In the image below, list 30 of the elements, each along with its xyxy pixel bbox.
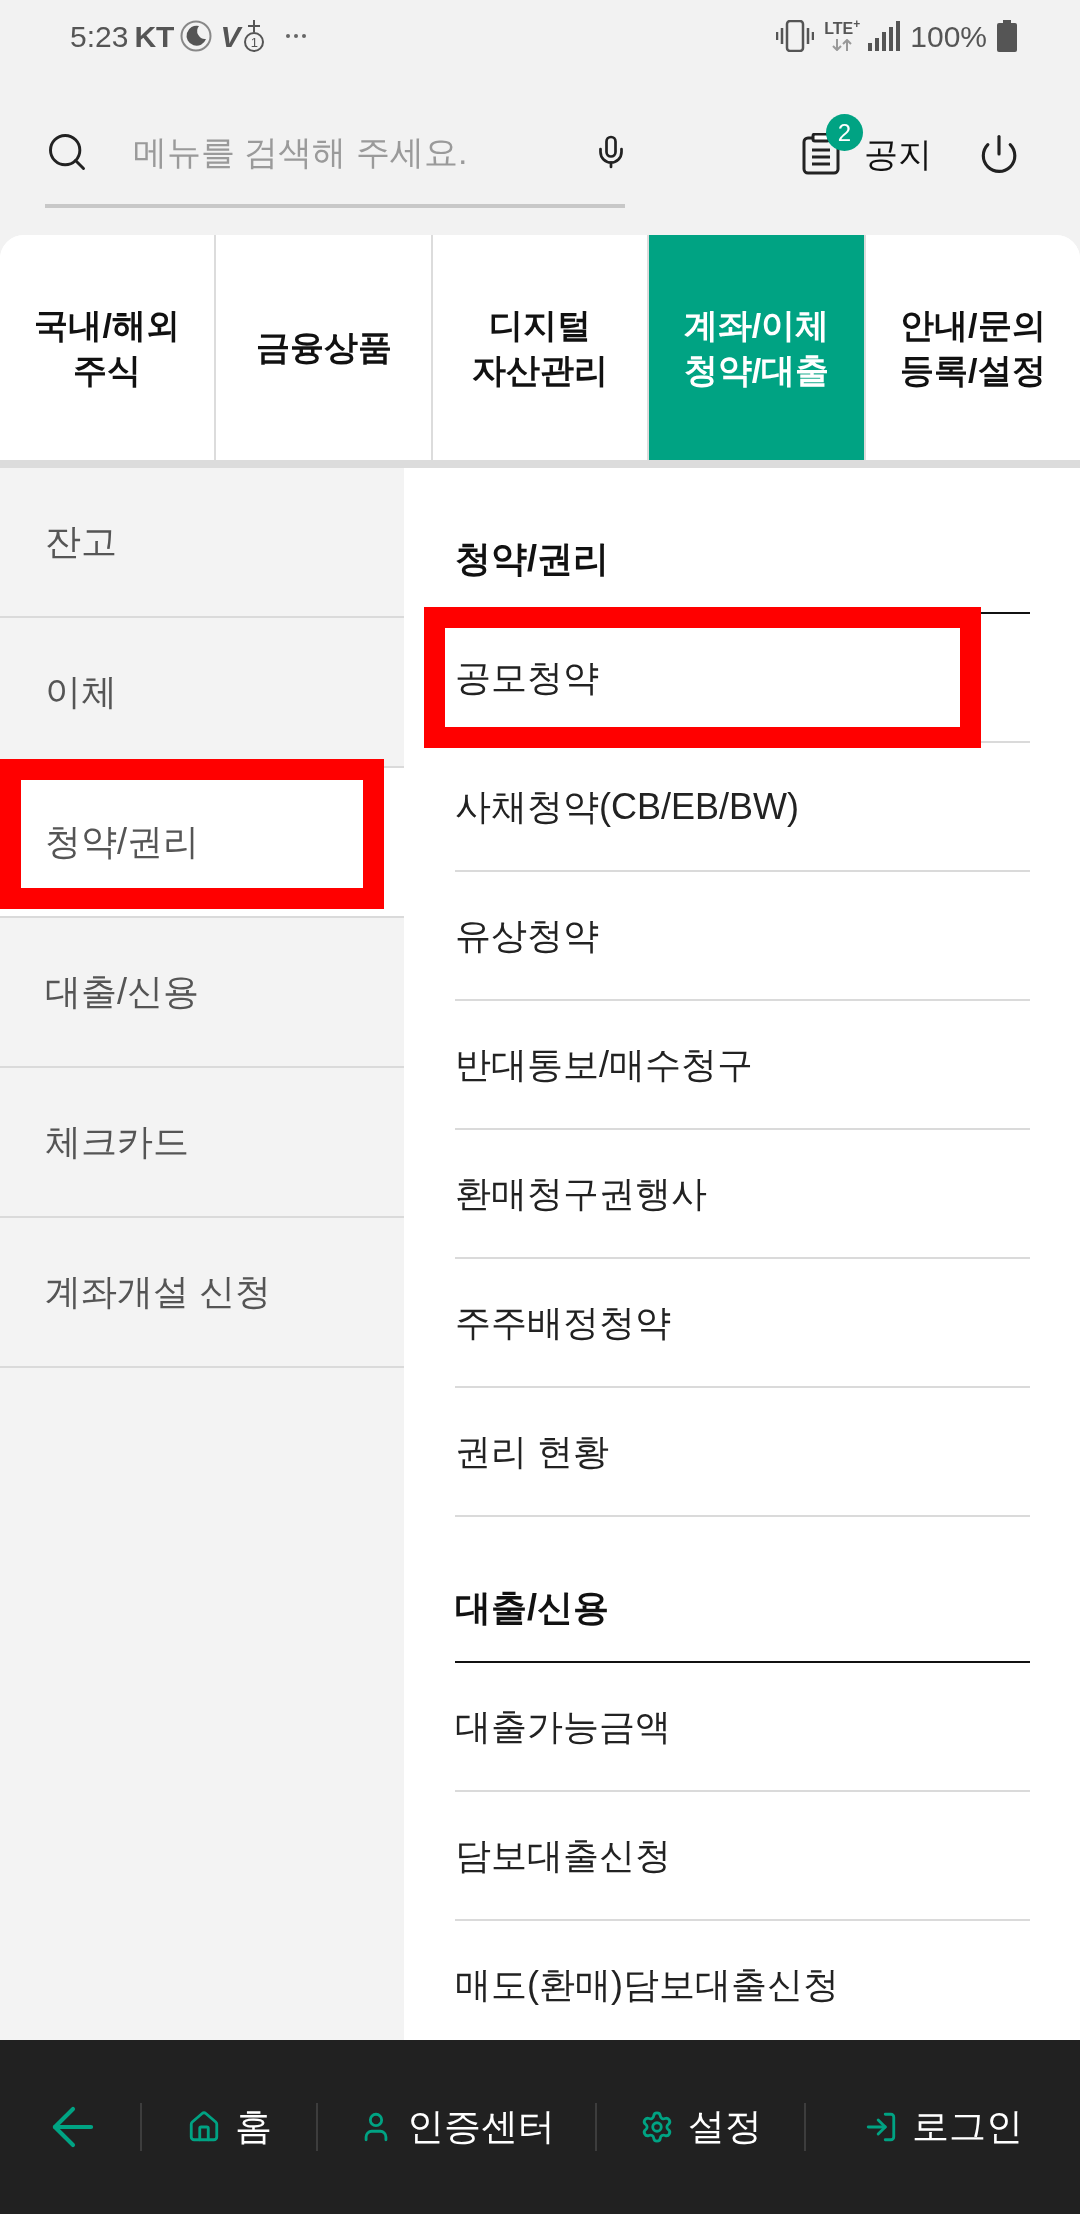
section-heading: 대출/신용 — [455, 1586, 609, 1630]
submenu-item[interactable]: 대출가능금액 — [455, 1663, 1030, 1792]
vibrate-icon — [776, 20, 815, 52]
status-time: 5:23 — [70, 18, 129, 55]
data-arrows-icon — [831, 39, 854, 51]
carrier-name: KT — [134, 18, 175, 55]
notice-count-badge: 2 — [826, 114, 863, 151]
section-heading: 청약/권리 — [455, 537, 609, 581]
bottom-nav-item[interactable]: 로그인 — [863, 2099, 1023, 2155]
submenu-item[interactable]: 권리 현황 — [455, 1388, 1030, 1517]
submenu-item[interactable]: 담보대출신청 — [455, 1792, 1030, 1921]
search-input[interactable]: 메뉴를 검색해 주세요. — [133, 127, 573, 177]
submenu-item[interactable]: 공모청약 — [455, 614, 1030, 743]
submenu-item[interactable]: 주주배정청약 — [455, 1259, 1030, 1388]
sim-slot-badge: 1 — [244, 32, 265, 52]
submenu-item[interactable]: 환매청구권행사 — [455, 1130, 1030, 1259]
plus-icon — [248, 20, 261, 32]
voice-label: V — [220, 18, 243, 55]
submenu-item[interactable]: 유상청약 — [455, 872, 1030, 1001]
bottom-nav-item[interactable]: 설정 — [639, 2099, 762, 2155]
submenu-item[interactable]: 사채청약(CB/EB/BW) — [455, 743, 1030, 872]
battery-icon — [997, 20, 1017, 52]
bottom-nav-item[interactable]: 홈 — [186, 2099, 272, 2155]
more-dots-icon — [286, 34, 307, 38]
submenu-item[interactable]: 반대통보/매수청구 — [455, 1001, 1030, 1130]
network-type: LTE$^{+}$ — [824, 21, 861, 37]
moon-icon — [180, 20, 213, 52]
battery-percent: 100% — [910, 18, 987, 55]
signal-icon — [868, 21, 903, 51]
bottom-nav-item[interactable]: 인증센터 — [358, 2099, 555, 2155]
